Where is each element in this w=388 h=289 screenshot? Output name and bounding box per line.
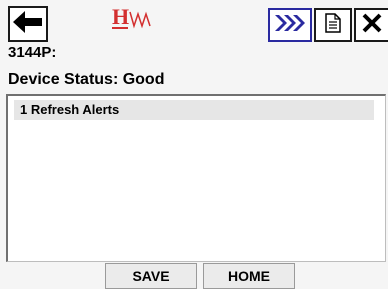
home-button[interactable]: HOME bbox=[203, 263, 295, 289]
save-button[interactable]: SAVE bbox=[105, 263, 197, 289]
fast-forward-icon bbox=[273, 13, 307, 38]
close-button[interactable] bbox=[354, 8, 388, 42]
svg-text:H: H bbox=[112, 4, 129, 29]
toolbar: H bbox=[0, 0, 388, 44]
forward-button[interactable] bbox=[268, 8, 312, 42]
device-id-label: 3144P: bbox=[8, 44, 57, 61]
close-icon bbox=[361, 12, 383, 39]
document-icon bbox=[325, 12, 341, 38]
menu-list: 1 Refresh Alerts bbox=[6, 94, 386, 262]
left-arrow-icon bbox=[13, 10, 43, 39]
device-status-label: Device Status: Good bbox=[8, 71, 165, 88]
bottom-bar: SAVE HOME bbox=[0, 262, 388, 289]
hw-logo-icon: H bbox=[104, 2, 164, 36]
back-button[interactable] bbox=[8, 6, 48, 42]
document-button[interactable] bbox=[314, 8, 352, 42]
list-item[interactable]: 1 Refresh Alerts bbox=[14, 100, 374, 120]
